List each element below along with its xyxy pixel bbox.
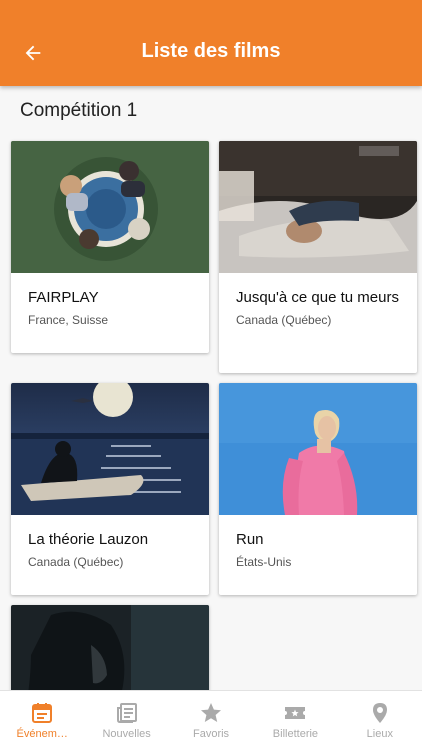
film-poster <box>219 141 417 273</box>
nav-item-favoris[interactable]: Favoris <box>169 691 253 750</box>
app-bar: Liste des films <box>0 0 422 86</box>
film-title: Run <box>236 531 264 548</box>
film-title: La théorie Lauzon <box>28 531 149 548</box>
page-title: Liste des films <box>141 40 281 62</box>
film-card-fairplay[interactable]: FAIRPLAY France, Suisse <box>11 141 209 353</box>
film-list[interactable]: Compétition 1 FAIRPLAY France, Suisse Ju… <box>0 86 422 690</box>
film-card-partial[interactable] <box>11 605 209 690</box>
film-poster <box>219 383 417 515</box>
nav-item-nouvelles[interactable]: Nouvelles <box>84 691 168 750</box>
bottom-navigation: Événem… Nouvelles Favoris Billetterie Li… <box>0 690 422 750</box>
nav-label: Nouvelles <box>102 728 151 740</box>
news-icon <box>116 703 137 723</box>
nav-label: Événem… <box>16 728 68 740</box>
nav-label: Lieux <box>366 728 393 740</box>
nav-label: Billetterie <box>272 728 319 740</box>
nav-item-billetterie[interactable]: Billetterie <box>253 691 337 750</box>
nav-label: Favoris <box>192 728 230 740</box>
nav-item-evenements[interactable]: Événem… <box>0 691 84 750</box>
film-card-la-theorie-lauzon[interactable]: La théorie Lauzon Canada (Québec) <box>11 383 209 595</box>
ticket-icon <box>285 707 306 719</box>
film-country: États-Unis <box>236 555 292 569</box>
film-title: FAIRPLAY <box>28 289 99 306</box>
film-country: Canada (Québec) <box>28 555 124 569</box>
section-title: Compétition 1 <box>20 100 138 121</box>
film-country: France, Suisse <box>28 313 109 327</box>
film-poster <box>11 383 209 515</box>
nav-item-lieux[interactable]: Lieux <box>338 691 422 750</box>
film-card-jusqua-ce-que-tu-meurs[interactable]: Jusqu'à ce que tu meurs Canada (Québec) <box>219 141 417 373</box>
calendar-icon <box>32 703 53 723</box>
film-country: Canada (Québec) <box>236 313 332 327</box>
film-title: Jusqu'à ce que tu meurs <box>236 289 399 306</box>
film-card-run[interactable]: Run États-Unis <box>219 383 417 595</box>
location-pin-icon <box>372 703 387 723</box>
film-poster <box>11 141 209 273</box>
star-icon <box>201 703 222 722</box>
film-poster <box>11 605 209 690</box>
